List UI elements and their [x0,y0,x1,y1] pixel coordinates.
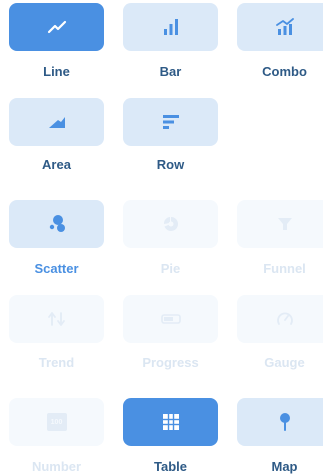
chart-type-progress-button[interactable] [123,295,218,343]
chart-type-gauge-label: Gauge [264,355,305,370]
area-chart-icon [48,117,65,128]
chart-type-pie-button[interactable] [123,200,218,248]
chart-type-line-button[interactable] [9,3,104,51]
chart-type-number-button[interactable]: 100 [9,398,104,446]
chart-type-progress-label: Progress [142,355,199,370]
chart-type-map-button[interactable] [237,398,323,446]
gauge-icon [276,312,293,325]
map-pin-icon [279,413,290,431]
chart-type-row-button[interactable] [123,98,218,146]
chart-type-table-label: Table [154,459,187,474]
chart-type-table-button[interactable] [123,398,218,446]
chart-type-map-label: Map [271,459,298,474]
scatter-chart-icon [49,215,65,232]
chart-type-scatter-label: Scatter [34,261,79,276]
number-icon-text: 100 [50,418,63,426]
chart-type-combo-label: Combo [262,64,307,79]
trend-icon [47,312,65,326]
funnel-icon [277,218,292,230]
chart-type-bar-button[interactable] [123,3,218,51]
chart-type-number-label: Number [31,459,82,474]
number-icon: 100 [46,413,67,431]
row-chart-icon [162,115,179,129]
progress-icon [160,314,181,324]
chart-type-funnel-button[interactable] [237,200,323,248]
chart-type-funnel-label: Funnel [263,261,306,276]
chart-type-scatter-button[interactable] [9,200,104,248]
chart-type-combo-button[interactable] [237,3,323,51]
line-chart-icon [47,20,66,34]
chart-type-trend-label: Trend [38,355,75,370]
chart-type-area-button[interactable] [9,98,104,146]
table-icon [162,414,179,430]
chart-type-bar-label: Bar [159,64,182,79]
pie-chart-icon [163,216,178,231]
chart-type-line-label: Line [43,64,70,79]
bar-chart-icon [163,19,178,35]
chart-type-row-label: Row [156,157,185,172]
chart-type-trend-button[interactable] [9,295,104,343]
chart-type-pie-label: Pie [160,261,181,276]
chart-type-area-label: Area [42,157,71,172]
combo-chart-icon [275,18,294,35]
chart-type-gauge-button[interactable] [237,295,323,343]
